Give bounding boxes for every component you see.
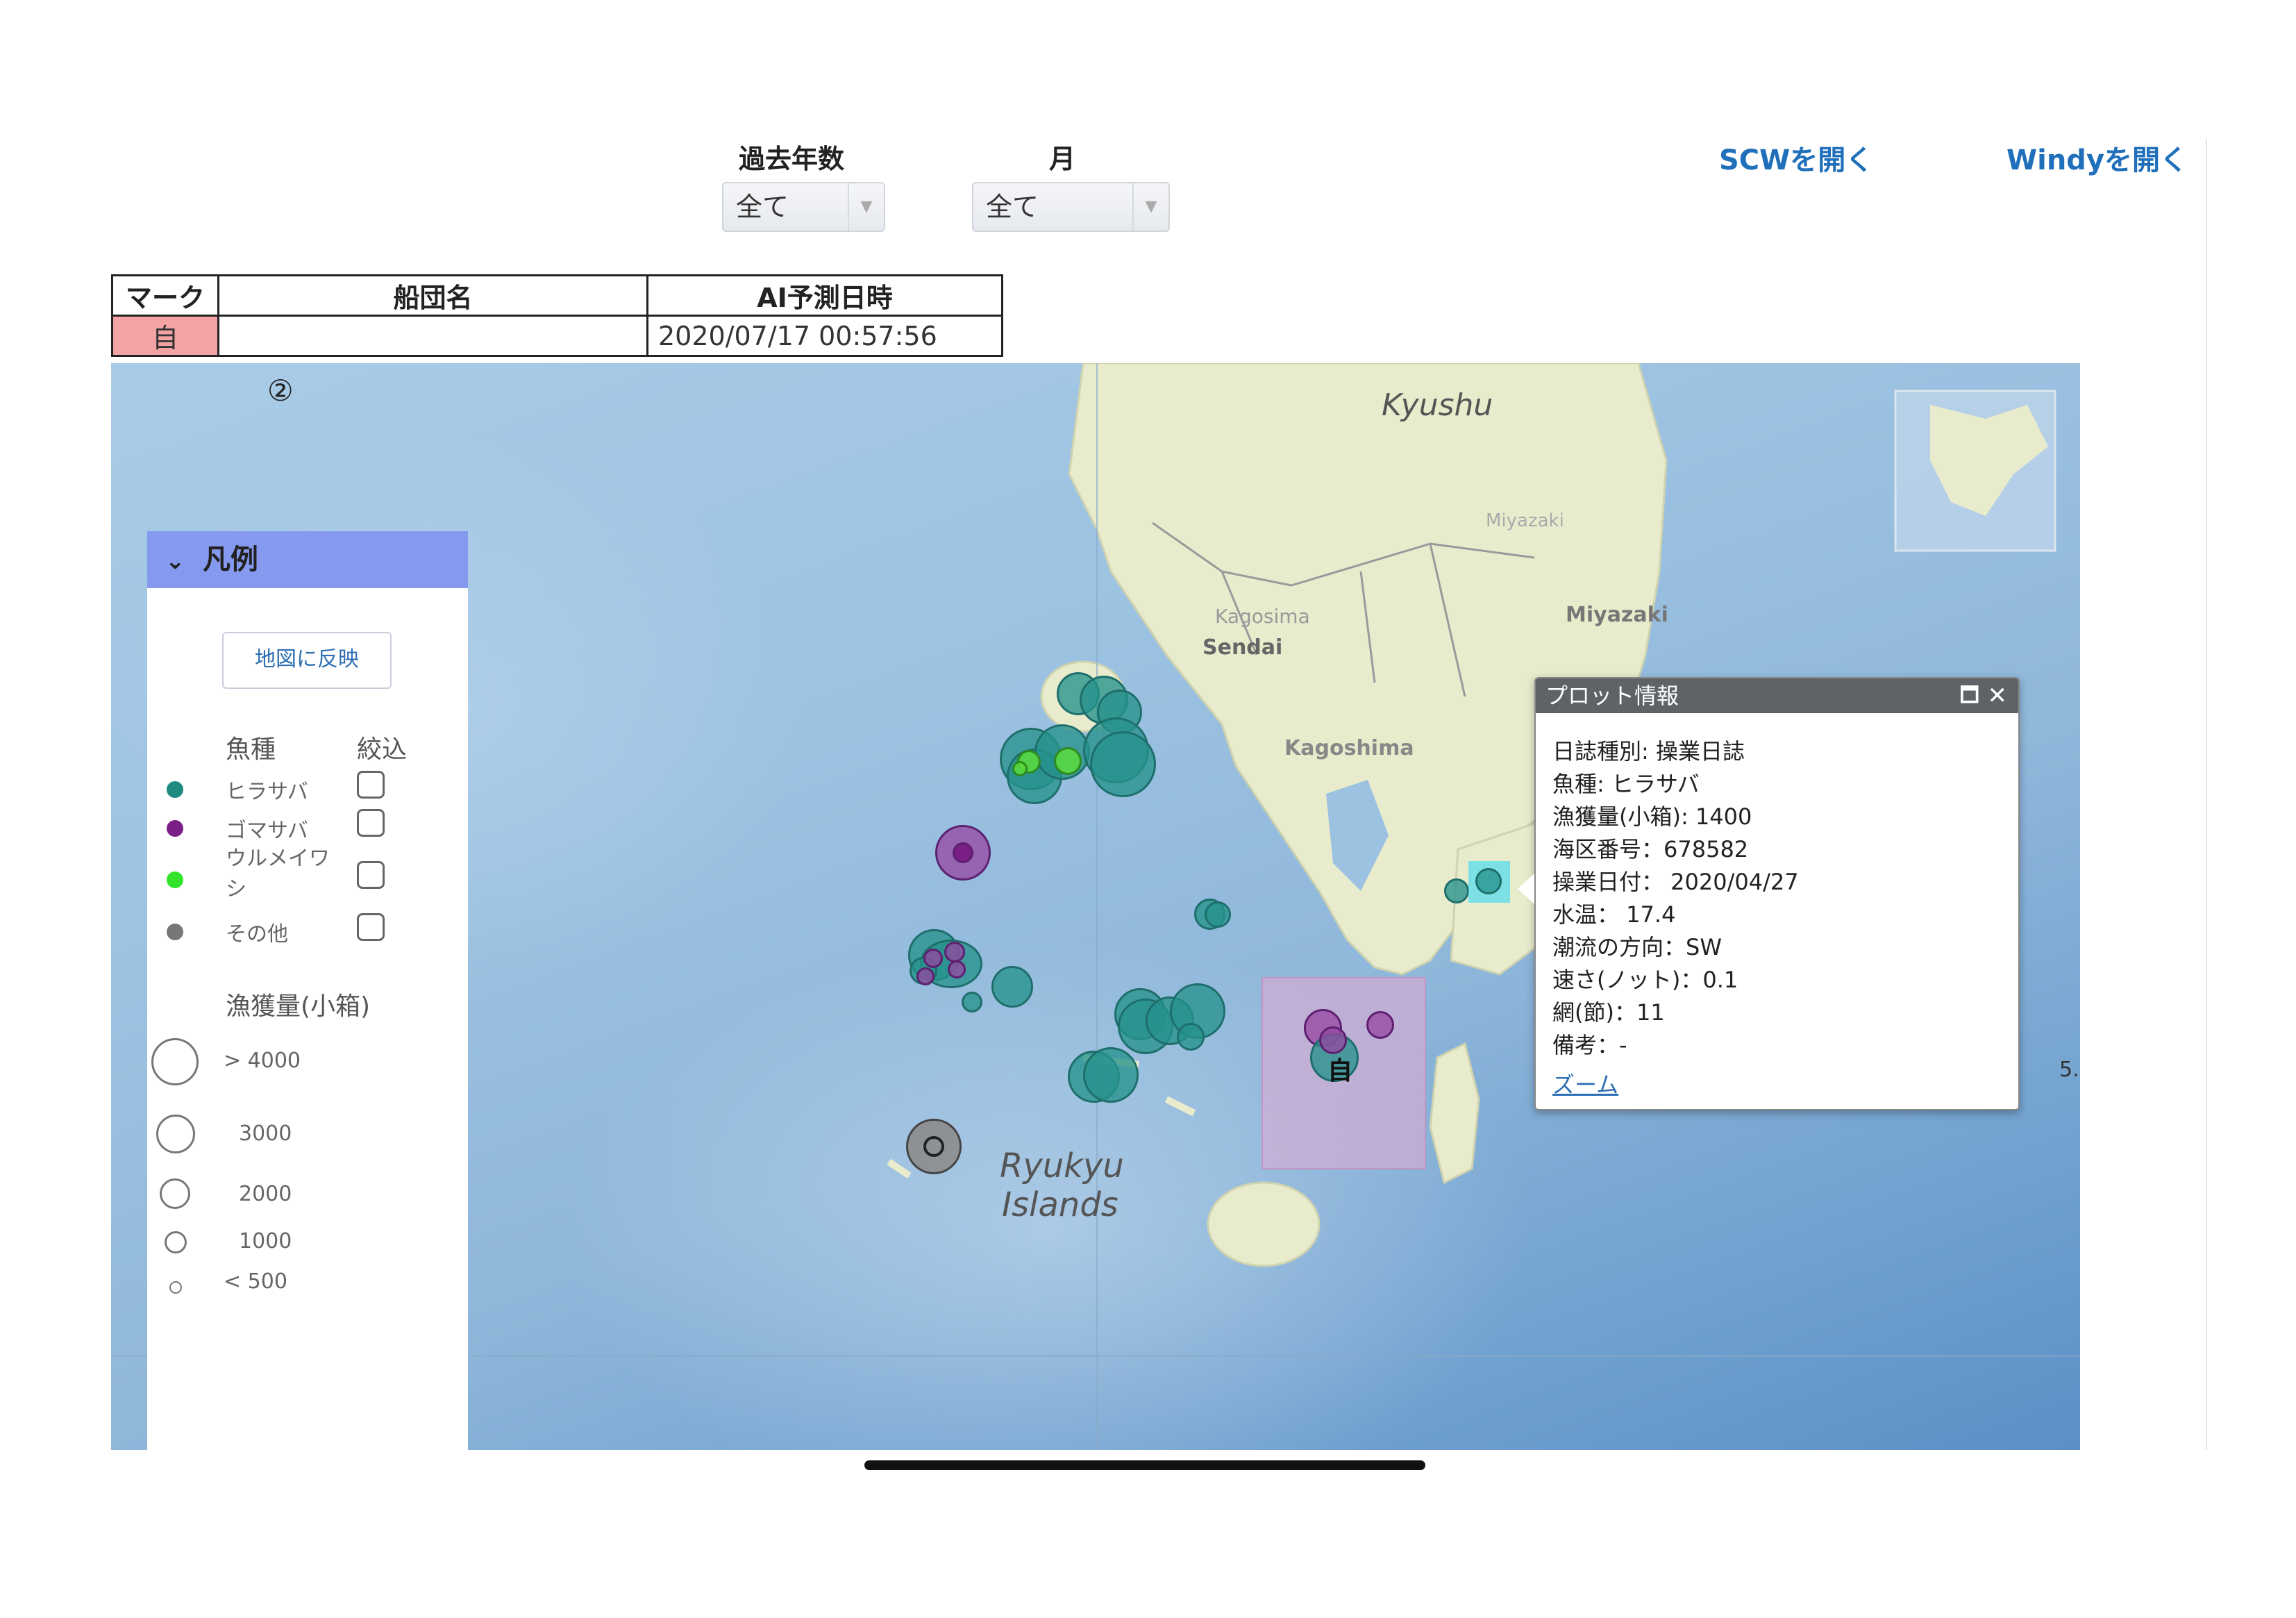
size-label-1000: 1000 (239, 1229, 292, 1253)
size-label-2000: 2000 (239, 1182, 292, 1206)
species-dot-other (167, 924, 183, 940)
size-label-500: < 500 (224, 1269, 287, 1294)
kagoshima-city-label: Kagoshima (1284, 736, 1414, 760)
plot-hirasaba-selected[interactable] (1475, 868, 1502, 894)
species-label-gomasaba: ゴマサバ (226, 819, 308, 843)
species-label-hirasaba: ヒラサバ (226, 780, 308, 804)
col-ai-time: AI予測日時 (646, 274, 1003, 317)
chevron-down-icon: ⌄ (165, 547, 185, 575)
plot-info-popup: プロット情報 🗖 ✕ 日誌種別: 操業日誌 魚種: ヒラサバ 漁獲量(小箱): … (1534, 677, 2020, 1110)
datetime-cell: 2020/07/17 00:57:56 (646, 315, 1003, 357)
fleet-cell (217, 315, 648, 357)
species-dot-hirasaba (167, 781, 183, 798)
fleet-table: マーク 船団名 AI予測日時 自 2020/07/17 00:57:56 (111, 274, 1003, 357)
zoom-link[interactable]: ズーム (1552, 1067, 1618, 1099)
mark-cell: 自 (111, 315, 219, 357)
popup-line: 潮流の方向：SW (1552, 934, 1722, 960)
col-fleet: 船団名 (217, 274, 648, 317)
years-value: 全て (736, 192, 789, 222)
kagoshima-pref-label: Kagosima (1215, 605, 1310, 628)
kyushu-label: Kyushu (1382, 387, 1493, 423)
month-label: 月 (1048, 144, 1075, 174)
plot-urumeiwashi[interactable] (1054, 747, 1082, 775)
sendai-label: Sendai (1203, 635, 1283, 660)
filter-checkbox-other[interactable] (357, 913, 385, 941)
close-icon[interactable]: ✕ (1988, 678, 2008, 713)
filter-checkbox-gomasaba[interactable] (357, 809, 385, 837)
legend-panel: ⌄ 凡例 地図に反映 魚種 絞込 ヒラサバ ゴマサバ ウルメイワシ その他 漁獲… (147, 531, 468, 1450)
size-ring-1000 (165, 1231, 187, 1253)
month-select[interactable]: 全て ▼ (972, 182, 1170, 232)
plot-hirasaba[interactable] (991, 966, 1033, 1008)
popup-line: 漁獲量(小箱): 1400 (1552, 803, 1752, 830)
plot-urumeiwashi[interactable] (1012, 761, 1028, 776)
miyazaki-city-label: Miyazaki (1566, 603, 1668, 627)
chevron-down-icon: ▼ (1132, 183, 1168, 231)
miyazaki-pref-label: Miyazaki (1486, 510, 1564, 531)
maximize-icon[interactable]: 🗖 (1960, 678, 1980, 713)
plot-hirasaba[interactable] (962, 992, 982, 1012)
plot-gomasaba[interactable] (948, 960, 966, 978)
popup-line: 操業日付： 2020/04/27 (1552, 869, 1799, 895)
right-divider (2206, 139, 2207, 1450)
home-indicator[interactable] (864, 1460, 1425, 1470)
legend-title: 凡例 (202, 544, 258, 576)
plot-gomasaba[interactable] (953, 842, 973, 863)
plot-hirasaba[interactable] (1083, 1047, 1139, 1103)
species-dot-gomasaba (167, 820, 183, 837)
popup-line: 海区番号：678582 (1552, 836, 1749, 862)
plot-hirasaba[interactable] (1177, 1023, 1205, 1051)
chevron-down-icon: ▼ (848, 183, 884, 231)
size-label-4000: > 4000 (224, 1049, 301, 1073)
years-label: 過去年数 (738, 144, 844, 174)
popup-title: プロット情報 (1545, 683, 1679, 709)
plot-gomasaba[interactable] (1366, 1011, 1394, 1039)
popup-line: 速さ(ノット)：0.1 (1552, 967, 1738, 993)
popup-line: 魚種: ヒラサバ (1552, 771, 1700, 797)
circled-number: ② (267, 374, 294, 408)
size-label-3000: 3000 (239, 1121, 292, 1146)
species-dot-urumeiwashi (167, 871, 183, 888)
islands-label: Islands (1002, 1185, 1118, 1224)
plot-other-inner (923, 1136, 944, 1157)
windy-link[interactable]: Windyを開く (2006, 137, 2188, 178)
table-row[interactable]: 自 2020/07/17 00:57:56 (111, 315, 1003, 357)
plot-hirasaba[interactable] (1444, 878, 1469, 903)
month-value: 全て (986, 192, 1039, 222)
edge-label: 5. (2059, 1058, 2079, 1082)
size-ring-4000 (151, 1038, 199, 1085)
filter-header: 絞込 (357, 735, 408, 764)
legend-header[interactable]: ⌄ 凡例 (147, 531, 468, 588)
table-header-row: マーク 船団名 AI予測日時 (111, 274, 1003, 317)
plot-other[interactable] (906, 1119, 962, 1174)
popup-pointer (1518, 874, 1534, 904)
filter-checkbox-hirasaba[interactable] (357, 771, 385, 799)
col-mark: マーク (111, 274, 219, 317)
apply-to-map-button[interactable]: 地図に反映 (222, 632, 392, 689)
plot-gomasaba[interactable] (944, 942, 965, 962)
scw-link[interactable]: SCWを開く (1719, 137, 1873, 178)
plot-gomasaba[interactable] (916, 967, 935, 985)
years-select[interactable]: 全て ▼ (722, 182, 885, 232)
ryukyu-label: Ryukyu (1000, 1146, 1124, 1185)
popup-line: 網(節)：11 (1552, 999, 1665, 1026)
species-header: 魚種 (226, 735, 276, 764)
species-label-urumeiwashi: ウルメイワシ (226, 846, 330, 901)
size-ring-2000 (160, 1178, 190, 1209)
popup-line: 備考：- (1552, 1032, 1627, 1058)
plot-gomasaba[interactable] (923, 949, 943, 968)
species-label-other: その他 (226, 922, 288, 946)
popup-header: プロット情報 🗖 ✕ (1536, 678, 2018, 713)
popup-line: 日誌種別: 操業日誌 (1552, 738, 1745, 765)
popup-line: 水温： 17.4 (1552, 901, 1676, 928)
catch-header: 漁獲量(小箱) (226, 992, 371, 1021)
plot-hirasaba[interactable] (1090, 731, 1156, 797)
plot-gomasaba[interactable] (1319, 1026, 1347, 1054)
yakushima (1207, 1181, 1321, 1267)
size-ring-3000 (156, 1115, 195, 1153)
size-ring-500 (169, 1281, 182, 1294)
plot-hirasaba[interactable] (1205, 901, 1231, 928)
filter-checkbox-urumeiwashi[interactable] (357, 861, 385, 889)
own-mark-label: 自 (1327, 1057, 1353, 1085)
